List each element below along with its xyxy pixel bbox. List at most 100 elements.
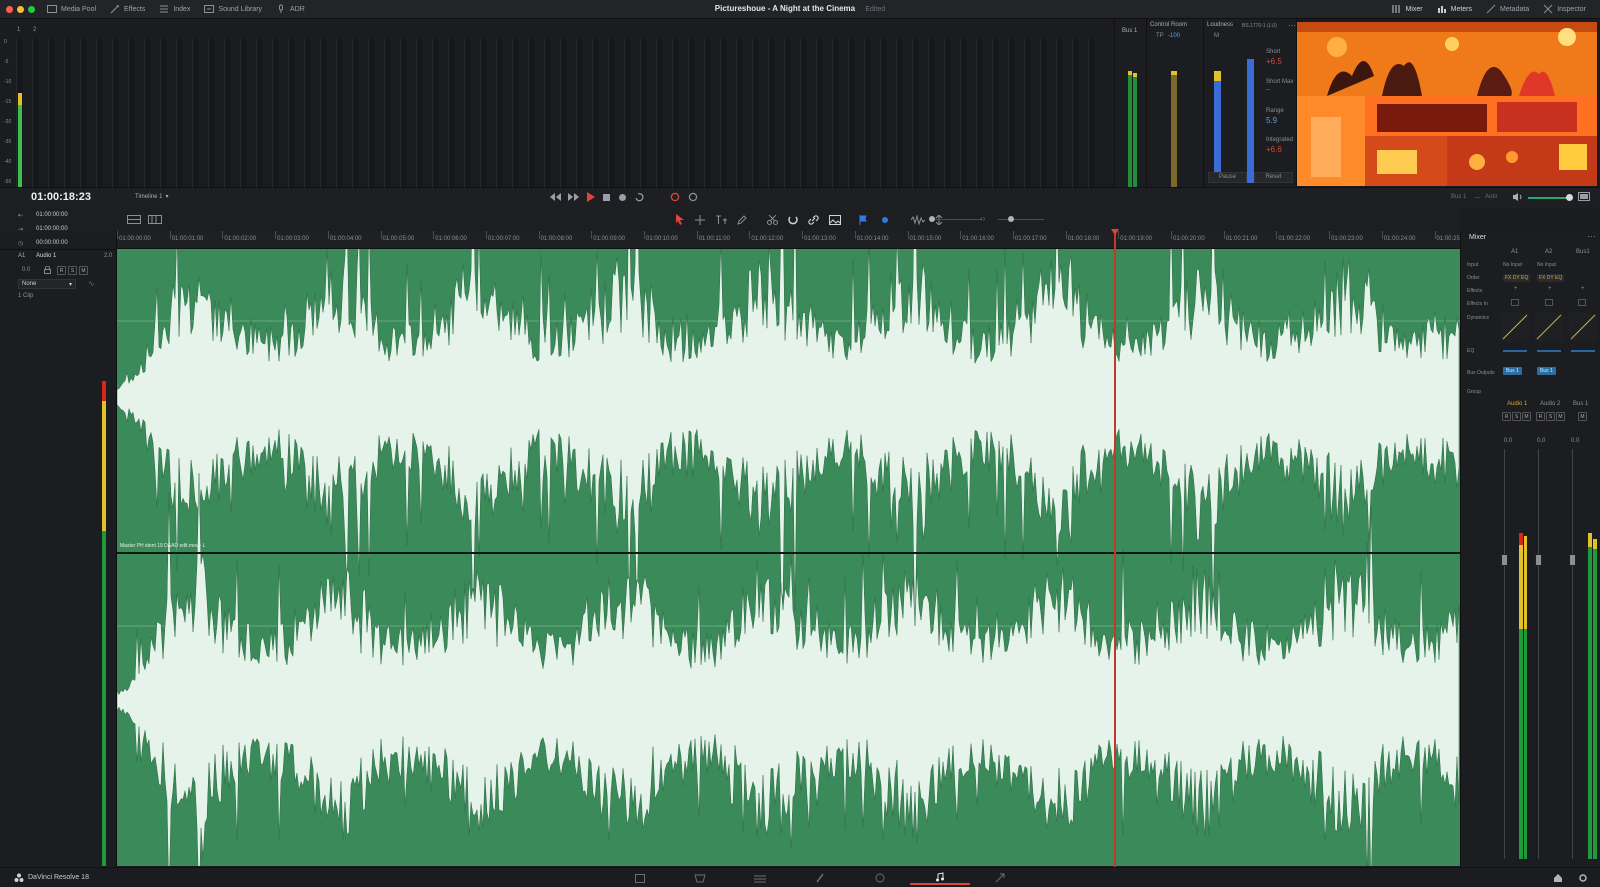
- effects-in-a1-toggle[interactable]: [1511, 299, 1519, 306]
- track-list-icon[interactable]: [148, 215, 162, 224]
- add-effect-bus-button[interactable]: +: [1581, 286, 1585, 292]
- horizontal-zoom-icon[interactable]: ‹›: [980, 214, 985, 223]
- playhead[interactable]: [1111, 229, 1119, 867]
- fader-track-bus1[interactable]: [1572, 449, 1573, 859]
- audio-clip[interactable]: Master PH ident 19 D&AD edit.mov - L: [117, 249, 1460, 866]
- deliver-page-icon[interactable]: [970, 873, 1030, 883]
- sound-library-button[interactable]: Sound Library: [204, 4, 262, 14]
- razor-icon[interactable]: [767, 214, 778, 225]
- mixer-button[interactable]: Mixer: [1391, 4, 1423, 14]
- monitor-volume-slider[interactable]: [1528, 197, 1568, 199]
- eq-graphs[interactable]: [1499, 345, 1599, 355]
- zoom-window-button[interactable]: [28, 5, 35, 13]
- vertical-zoom-handle[interactable]: [929, 216, 935, 222]
- timecode-display[interactable]: 01:00:18:23: [31, 191, 91, 203]
- video-viewer[interactable]: [1297, 22, 1597, 186]
- fader-handle-bus1[interactable]: [1569, 554, 1576, 566]
- adr-button[interactable]: ADR: [276, 4, 305, 14]
- home-icon[interactable]: [1553, 873, 1563, 883]
- fairlight-page-icon[interactable]: [910, 871, 970, 885]
- inspector-button[interactable]: Inspector: [1543, 4, 1586, 14]
- fader-track-a2[interactable]: [1538, 449, 1539, 859]
- timecode-out-value[interactable]: 01:00:00:00: [36, 226, 68, 232]
- add-effect-a1-button[interactable]: +: [1514, 286, 1518, 292]
- trim-tool-icon[interactable]: [715, 215, 727, 225]
- solo-button[interactable]: S: [68, 266, 77, 275]
- effect-select-dropdown[interactable]: None ▾: [18, 279, 76, 289]
- horizontal-zoom-handle[interactable]: [1008, 216, 1014, 222]
- add-effect-a2-button[interactable]: +: [1548, 286, 1552, 292]
- mute-button[interactable]: M: [1578, 412, 1587, 421]
- minimize-window-button[interactable]: [17, 5, 24, 13]
- fader-track-a1[interactable]: [1504, 449, 1505, 859]
- channel-name-bus1[interactable]: Bus 1: [1573, 401, 1588, 407]
- duration-value[interactable]: 00:00:00:00: [36, 240, 68, 246]
- selection-arrow-icon[interactable]: [675, 214, 685, 225]
- cut-page-icon[interactable]: [670, 874, 730, 883]
- automation-curve-icon[interactable]: ∿: [88, 279, 95, 288]
- flag-icon[interactable]: [859, 214, 871, 225]
- record-arm-icon[interactable]: [670, 192, 681, 202]
- track-name[interactable]: Audio 1: [36, 253, 56, 259]
- meter-toggle-icon[interactable]: [1578, 192, 1590, 201]
- snap-icon[interactable]: [788, 215, 798, 225]
- record-arm-button[interactable]: R: [57, 266, 66, 275]
- speaker-icon[interactable]: [1512, 192, 1523, 202]
- record-button[interactable]: R: [1536, 412, 1545, 421]
- clip-image-icon[interactable]: [829, 214, 841, 225]
- channel-level-a1[interactable]: 0.0: [1504, 438, 1512, 444]
- mute-button[interactable]: M: [79, 266, 88, 275]
- settings-gear-icon[interactable]: [1578, 873, 1588, 883]
- range-select-icon[interactable]: [695, 214, 705, 225]
- pencil-icon[interactable]: [737, 214, 747, 225]
- solo-button[interactable]: S: [1546, 412, 1555, 421]
- order-value-a2[interactable]: FX DY EQ: [1537, 274, 1565, 282]
- mute-button[interactable]: M: [1556, 412, 1565, 421]
- loudness-options-icon[interactable]: ⋯: [1288, 21, 1296, 30]
- media-page-icon[interactable]: [610, 873, 670, 883]
- media-pool-button[interactable]: Media Pool: [47, 4, 96, 14]
- metadata-button[interactable]: Metadata: [1486, 4, 1529, 14]
- dynamics-graphs[interactable]: [1499, 313, 1599, 341]
- waveform-zoom-icon[interactable]: [911, 214, 925, 225]
- fusion-page-icon[interactable]: [790, 873, 850, 883]
- channel-name-audio2[interactable]: Audio 2: [1540, 401, 1560, 407]
- effects-in-bus-toggle[interactable]: [1578, 299, 1586, 306]
- order-value-a1[interactable]: FX DY EQ: [1503, 274, 1531, 282]
- close-window-button[interactable]: [6, 5, 13, 13]
- rewind-button[interactable]: [550, 192, 561, 202]
- effects-button[interactable]: Effects: [110, 4, 145, 14]
- solo-button[interactable]: S: [1512, 412, 1521, 421]
- edit-page-icon[interactable]: [730, 874, 790, 883]
- mute-button[interactable]: M: [1522, 412, 1531, 421]
- index-button[interactable]: Index: [159, 4, 190, 14]
- meters-button[interactable]: Meters: [1437, 4, 1472, 14]
- effects-in-a2-toggle[interactable]: [1545, 299, 1553, 306]
- bus-output-a2[interactable]: Bus 1: [1537, 367, 1556, 375]
- timecode-in-value[interactable]: 01:00:00:00: [36, 212, 68, 218]
- fader-handle-a1[interactable]: [1501, 554, 1508, 566]
- stop-button[interactable]: [602, 193, 611, 202]
- fader-handle-a2[interactable]: [1535, 554, 1542, 566]
- lock-icon[interactable]: [44, 266, 51, 274]
- input-monitor-icon[interactable]: [688, 192, 699, 202]
- channel-level-bus1[interactable]: 0.0: [1571, 438, 1579, 444]
- input-value-a1[interactable]: No Input: [1503, 262, 1522, 268]
- loop-button[interactable]: [634, 192, 645, 202]
- loudness-standard[interactable]: BS.1770-1 (LU): [1242, 23, 1277, 29]
- automation-mode[interactable]: Auto: [1485, 194, 1497, 200]
- timeline-selector[interactable]: Timeline 1 ▾: [135, 193, 168, 201]
- reset-button[interactable]: Reset: [1254, 172, 1293, 183]
- timeline-ruler[interactable]: 01:00:00:00 01:00:01:00 01:00:02:00 01:00:0…: [117, 231, 1460, 249]
- bus-output-label[interactable]: Bus 1: [1451, 194, 1466, 200]
- monitor-volume-handle[interactable]: [1566, 194, 1573, 201]
- input-value-a2[interactable]: No Input: [1537, 262, 1556, 268]
- record-button[interactable]: R: [1502, 412, 1511, 421]
- horizontal-zoom-slider[interactable]: [998, 219, 1044, 220]
- timeline-view-icon[interactable]: [127, 215, 141, 224]
- record-button[interactable]: [618, 193, 627, 202]
- vertical-zoom-slider[interactable]: [932, 219, 982, 220]
- marker-icon[interactable]: [881, 215, 893, 225]
- bus-output-a1[interactable]: Bus 1: [1503, 367, 1522, 375]
- color-page-icon[interactable]: [850, 873, 910, 883]
